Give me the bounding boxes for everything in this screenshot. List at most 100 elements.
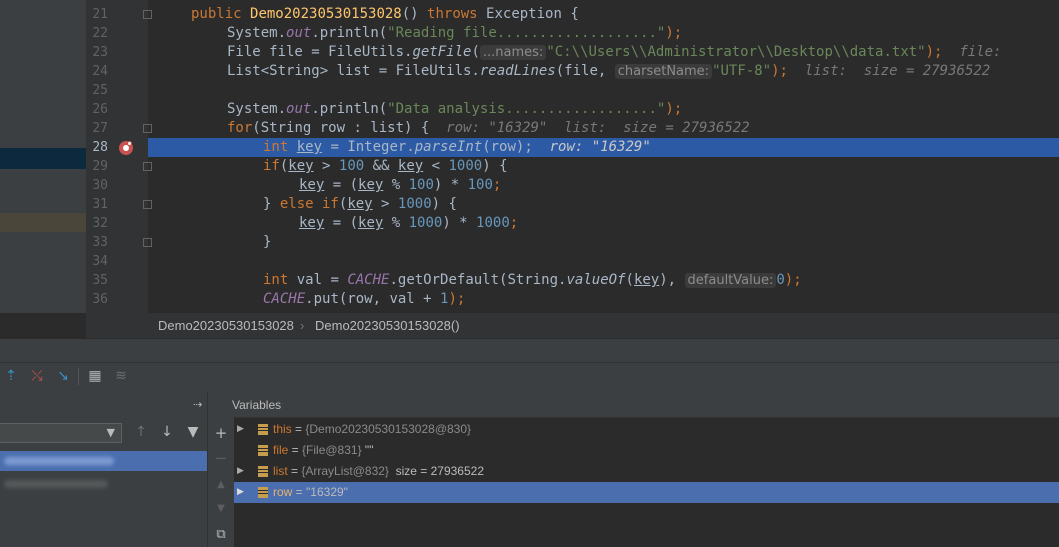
variable: key bbox=[358, 177, 384, 193]
string-literal: "C:\\Users\\Administrator\\Desktop\\data… bbox=[546, 44, 926, 60]
static-field: CACHE bbox=[263, 291, 306, 307]
variable-name: file bbox=[273, 443, 289, 457]
breadcrumb-method[interactable]: Demo20230530153028() bbox=[315, 318, 460, 333]
variable: key bbox=[299, 215, 325, 231]
arrow-down-icon[interactable]: ↓ bbox=[159, 424, 175, 440]
move-up-icon[interactable]: ▲ bbox=[213, 477, 229, 493]
debug-toolbar: ⇡ ⤯ ↘ ▦ ≋ bbox=[0, 362, 1059, 392]
thread-selector[interactable]: ▼ bbox=[0, 423, 122, 443]
string-literal: "Reading file..................." bbox=[387, 25, 666, 41]
expand-arrow-icon[interactable]: ▶ bbox=[237, 419, 244, 440]
toolbar-divider bbox=[78, 368, 79, 385]
field-icon bbox=[258, 487, 268, 498]
code-line: int val = CACHE.getOrDefault(String.valu… bbox=[148, 271, 1059, 290]
code-text: > bbox=[313, 158, 339, 174]
drop-frame-icon[interactable]: ⤯ bbox=[29, 368, 45, 384]
keyword: int bbox=[263, 139, 289, 155]
line-number-current: 28 bbox=[92, 140, 108, 155]
number-literal: 1000 bbox=[476, 215, 510, 231]
method-call: getFile bbox=[412, 44, 472, 60]
code-text: ); bbox=[665, 25, 683, 41]
variable-equals: = bbox=[288, 443, 303, 457]
line-number: 21 bbox=[92, 7, 108, 22]
add-watch-icon[interactable]: + bbox=[213, 425, 229, 441]
filter-icon[interactable]: ▼ bbox=[185, 424, 201, 440]
inline-debug-value: file: bbox=[959, 44, 1002, 60]
line-number: 24 bbox=[92, 64, 108, 79]
frame-item-blurred[interactable] bbox=[4, 480, 108, 488]
variables-header: Variables bbox=[232, 391, 1059, 418]
string-literal: "Data analysis.................." bbox=[387, 101, 666, 117]
code-line: public Demo20230530153028() throws Excep… bbox=[148, 5, 1059, 24]
line-number: 26 bbox=[92, 102, 108, 117]
code-editor[interactable]: public Demo20230530153028() throws Excep… bbox=[148, 0, 1059, 313]
step-out-icon[interactable]: ⇡ bbox=[3, 368, 19, 384]
variable-type: {File@831} bbox=[302, 443, 362, 457]
variable-row[interactable]: file = {File@831} "" bbox=[234, 440, 1059, 461]
static-field: out bbox=[286, 25, 312, 41]
variable-equals: = bbox=[287, 464, 302, 478]
variable-row[interactable]: ▶ list = {ArrayList@832} size = 27936522 bbox=[234, 461, 1059, 482]
restore-layout-icon[interactable]: ⇢ bbox=[193, 398, 202, 411]
line-number: 23 bbox=[92, 45, 108, 60]
project-panel-highlight-row[interactable] bbox=[0, 213, 86, 232]
code-text: System. bbox=[227, 101, 287, 117]
variable-equals: = bbox=[292, 485, 307, 499]
move-down-icon[interactable]: ▼ bbox=[213, 501, 229, 517]
code-text: } bbox=[263, 234, 272, 250]
string-literal: "UTF-8" bbox=[712, 63, 772, 79]
variable-row-selected[interactable]: ▶ row = "16329" bbox=[234, 482, 1059, 503]
keyword: else if bbox=[279, 196, 339, 212]
code-text: Exception { bbox=[477, 6, 579, 22]
expand-arrow-icon[interactable]: ▶ bbox=[237, 461, 244, 482]
code-text: .println( bbox=[311, 25, 388, 41]
number-literal: 100 bbox=[338, 158, 365, 174]
trace-icon[interactable]: ≋ bbox=[113, 368, 129, 384]
method-call: readLines bbox=[479, 63, 556, 79]
variable: key bbox=[633, 272, 660, 288]
code-text: ) { bbox=[482, 158, 508, 174]
number-literal: 1000 bbox=[448, 158, 483, 174]
copy-icon[interactable]: ⧉ bbox=[213, 527, 229, 543]
line-number: 34 bbox=[92, 254, 108, 269]
code-text: ) * bbox=[433, 177, 468, 193]
code-text: ( bbox=[471, 44, 480, 60]
project-panel-strip bbox=[0, 0, 86, 313]
code-text: System. bbox=[227, 25, 287, 41]
remove-watch-icon[interactable]: − bbox=[213, 450, 229, 466]
code-line: File file = FileUtils.getFile(...names: "… bbox=[148, 43, 1059, 62]
arrow-up-icon[interactable]: ↑ bbox=[133, 424, 149, 440]
variable-name: row bbox=[273, 485, 293, 499]
breakpoint-icon[interactable] bbox=[119, 141, 133, 155]
variable-name: this bbox=[273, 422, 292, 436]
project-panel-selected-row[interactable] bbox=[0, 148, 86, 169]
code-text: % bbox=[383, 215, 409, 231]
run-to-cursor-icon[interactable]: ↘ bbox=[55, 368, 71, 384]
code-text: ) * bbox=[442, 215, 477, 231]
code-text: && bbox=[364, 158, 398, 174]
code-line: System.out.println("Reading file........… bbox=[148, 24, 1059, 43]
code-line: List<String> list = FileUtils.readLines(… bbox=[148, 62, 1059, 81]
number-literal: 100 bbox=[467, 177, 493, 193]
variable: key bbox=[358, 215, 384, 231]
inline-debug-value: list: size = 27936522 bbox=[804, 63, 991, 79]
variable: key bbox=[299, 177, 325, 193]
number-literal: 1000 bbox=[408, 215, 443, 231]
line-number: 36 bbox=[92, 292, 108, 307]
keyword: public bbox=[191, 6, 242, 22]
frames-panel: ⇢ ▼ ↑ ↓ ▼ bbox=[0, 391, 207, 547]
keyword: throws bbox=[427, 6, 478, 22]
number-literal: 0 bbox=[776, 272, 785, 288]
parameter-hint: ...names: bbox=[479, 45, 547, 60]
breadcrumb-class[interactable]: Demo20230530153028 bbox=[158, 318, 294, 333]
expand-arrow-icon[interactable]: ▶ bbox=[237, 482, 244, 503]
code-text: ) { bbox=[431, 196, 457, 212]
static-field: out bbox=[286, 101, 312, 117]
line-number: 35 bbox=[92, 273, 108, 288]
evaluate-expression-icon[interactable]: ▦ bbox=[87, 368, 103, 384]
variable-name: list bbox=[273, 464, 288, 478]
field-icon bbox=[258, 466, 268, 477]
variable-row[interactable]: ▶ this = {Demo20230530153028@830} bbox=[234, 419, 1059, 440]
number-literal: 100 bbox=[408, 177, 434, 193]
frame-item-selected[interactable] bbox=[0, 451, 207, 471]
